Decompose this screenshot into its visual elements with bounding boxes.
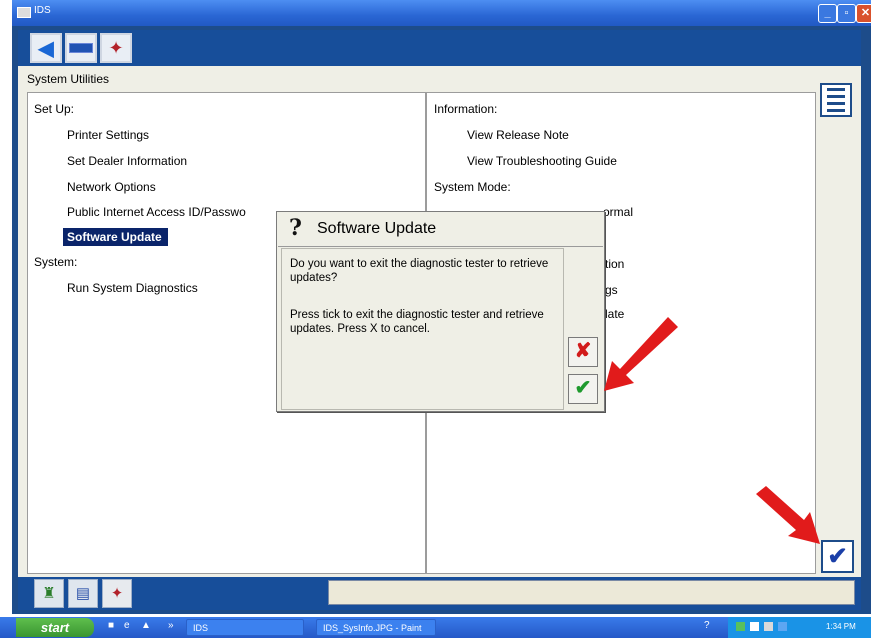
back-arrow-icon[interactable]: ◀ bbox=[30, 33, 62, 63]
confirm-button[interactable]: ✔ bbox=[568, 374, 598, 404]
chevron-icon[interactable]: » bbox=[168, 620, 174, 631]
menu-item-partial[interactable]: tion bbox=[605, 257, 624, 271]
menu-item-internet-access[interactable]: Public Internet Access ID/Passwo bbox=[67, 205, 246, 219]
taskbar-item-ids[interactable]: IDS bbox=[186, 619, 304, 636]
menu-item-run-diagnostics[interactable]: Run System Diagnostics bbox=[67, 281, 198, 295]
menu-item-partial[interactable]: ormal bbox=[603, 205, 633, 219]
cancel-button[interactable]: ✘ bbox=[568, 337, 598, 367]
top-toolbar: ◀ ✦ bbox=[18, 30, 861, 66]
system-tray: 1:34 PM bbox=[728, 617, 871, 638]
tray-icon[interactable] bbox=[750, 622, 759, 631]
minimize-button[interactable]: _ bbox=[818, 4, 837, 23]
page-title: System Utilities bbox=[27, 72, 110, 86]
title-bar: IDS _ ▫ ✕ bbox=[12, 0, 871, 26]
dialog-message: Do you want to exit the diagnostic teste… bbox=[290, 258, 549, 284]
start-button[interactable]: start bbox=[16, 618, 94, 637]
window-title: IDS bbox=[34, 5, 51, 16]
taskbar: start ■ e ▲ » IDS IDS_SysInfo.JPG - Pain… bbox=[0, 617, 871, 638]
dialog-title: Software Update bbox=[317, 220, 437, 237]
status-field bbox=[328, 580, 855, 605]
maximize-button[interactable]: ▫ bbox=[837, 4, 856, 23]
menu-item-partial[interactable]: gs bbox=[605, 283, 618, 297]
checkmark-icon[interactable]: ✔ bbox=[821, 540, 854, 573]
dialog-divider bbox=[278, 246, 603, 247]
document-search-icon[interactable]: ▤ bbox=[68, 579, 98, 608]
red-arrow-icon bbox=[604, 317, 678, 391]
toolbox-icon[interactable]: ✦ bbox=[100, 33, 132, 63]
tray-icon[interactable] bbox=[778, 622, 787, 631]
menu-item-troubleshooting-guide[interactable]: View Troubleshooting Guide bbox=[467, 154, 617, 168]
dialog-message-box: Do you want to exit the diagnostic teste… bbox=[281, 248, 564, 410]
tray-icon[interactable] bbox=[736, 622, 745, 631]
menu-item-dealer-information[interactable]: Set Dealer Information bbox=[67, 154, 187, 168]
question-icon: ? bbox=[289, 215, 302, 241]
toolbox-icon[interactable]: ✦ bbox=[102, 579, 132, 608]
clock: 1:34 PM bbox=[826, 622, 856, 631]
menu-item-software-update[interactable]: Software Update bbox=[63, 228, 168, 246]
taskbar-item-paint[interactable]: IDS_SysInfo.JPG - Paint bbox=[316, 619, 436, 636]
system-mode-heading: System Mode: bbox=[434, 180, 511, 194]
menu-item-printer-settings[interactable]: Printer Settings bbox=[67, 128, 149, 142]
information-heading: Information: bbox=[434, 102, 498, 116]
ie-icon[interactable]: e bbox=[124, 620, 130, 631]
folder-icon[interactable]: ▲ bbox=[141, 620, 151, 631]
close-button[interactable]: ✕ bbox=[856, 4, 871, 23]
software-update-dialog: ? Software Update Do you want to exit th… bbox=[276, 211, 605, 412]
dialog-instructions: Press tick to exit the diagnostic tester… bbox=[290, 309, 544, 335]
help-icon[interactable]: ? bbox=[704, 620, 710, 631]
setup-heading: Set Up: bbox=[34, 102, 75, 116]
quick-launch-icon[interactable]: ■ bbox=[108, 620, 114, 631]
red-arrow-icon bbox=[756, 486, 820, 544]
vehicle-icon[interactable] bbox=[65, 33, 97, 63]
people-icon[interactable]: ♜ bbox=[34, 579, 64, 608]
menu-item-network-options[interactable]: Network Options bbox=[67, 180, 156, 194]
tray-icon[interactable] bbox=[764, 622, 773, 631]
list-icon[interactable] bbox=[820, 83, 852, 117]
app-icon bbox=[17, 7, 31, 18]
menu-item-release-note[interactable]: View Release Note bbox=[467, 128, 569, 142]
system-heading: System: bbox=[34, 255, 78, 269]
